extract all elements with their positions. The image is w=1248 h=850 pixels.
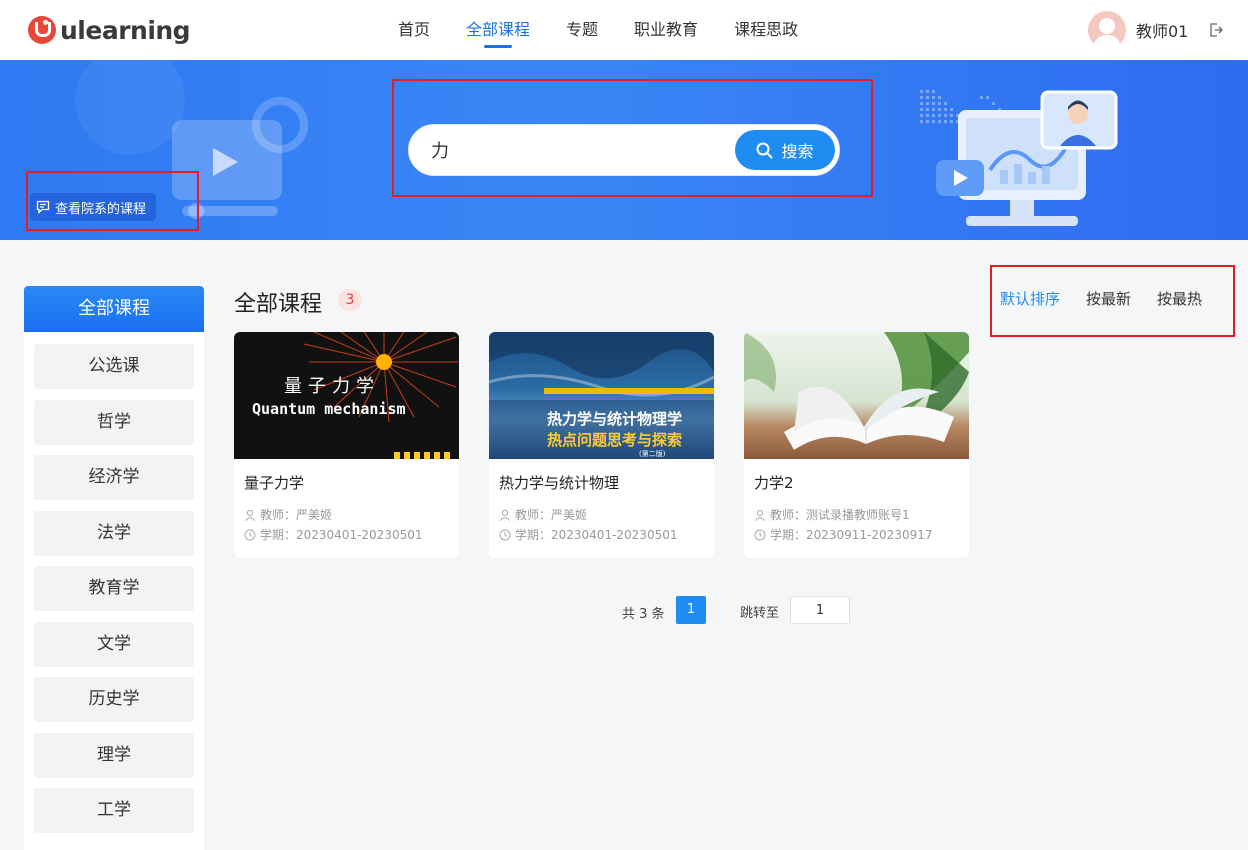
- sidebar-item-science[interactable]: 理学: [34, 732, 194, 778]
- sidebar-item-education[interactable]: 教育学: [34, 566, 194, 611]
- user-icon: [245, 509, 255, 521]
- cover-title-cn: 量子力学: [284, 376, 380, 397]
- course-cover-image: 热力学与统计物理学 热点问题思考与探索 (第二版): [489, 332, 714, 459]
- page-title: 全部课程: [234, 292, 323, 317]
- highlight-box-department: [26, 171, 199, 231]
- avatar[interactable]: [1088, 11, 1126, 49]
- clock-icon: [754, 529, 766, 540]
- course-title[interactable]: 量子力学: [244, 472, 304, 493]
- user-name[interactable]: 教师01: [1136, 18, 1188, 42]
- clock-icon: [499, 529, 511, 540]
- course-cover-image: 量子力学 Quantum mechanism: [234, 332, 459, 459]
- sidebar-item-law[interactable]: 法学: [34, 510, 194, 556]
- user-icon: [500, 509, 510, 521]
- course-teacher-text: 教师：严美姬: [515, 508, 588, 522]
- course-card[interactable]: 热力学与统计物理学 热点问题思考与探索 (第二版) 热力学与统计物理 教师：严美…: [489, 332, 714, 558]
- sort-hottest-button[interactable]: 按最热: [1157, 288, 1202, 309]
- open-book-cover-art: [744, 332, 969, 450]
- logo-icon: [28, 16, 56, 44]
- course-teacher: 教师：测试录播教师账号1: [754, 506, 910, 523]
- course-teacher-text: 教师：测试录播教师账号1: [770, 508, 910, 522]
- sidebar-item-philosophy[interactable]: 哲学: [34, 399, 194, 445]
- sort-options: 默认排序 按最新 按最热: [1000, 288, 1228, 309]
- course-list: 量子力学 Quantum mechanism 量子力学 教师：严美姬 学期：20…: [234, 332, 974, 558]
- pagination-page-1[interactable]: 1: [676, 596, 706, 624]
- sort-default-button[interactable]: 默认排序: [1000, 288, 1060, 309]
- pagination-jump-label: 跳转至: [740, 606, 780, 621]
- clock-icon: [244, 529, 256, 540]
- pagination-total: 共 3 条: [622, 607, 665, 622]
- sort-newest-button[interactable]: 按最新: [1086, 288, 1131, 309]
- sidebar-item-public-elective[interactable]: 公选课: [34, 344, 194, 389]
- sidebar-item-literature[interactable]: 文学: [34, 621, 194, 667]
- course-term: 学期：20230401-20230501: [499, 526, 678, 543]
- category-sidebar: 全部课程 公选课 哲学 经济学 法学 教育学 文学 历史学 理学 工学: [24, 286, 204, 850]
- course-title[interactable]: 热力学与统计物理: [499, 472, 619, 493]
- sidebar-item-all-courses[interactable]: 全部课程: [24, 286, 204, 332]
- sidebar-item-history[interactable]: 历史学: [34, 677, 194, 722]
- course-teacher: 教师：严美姬: [499, 506, 587, 523]
- course-term: 学期：20230401-20230501: [244, 526, 423, 543]
- cover-title-en: Quantum mechanism: [252, 400, 406, 418]
- nav-home[interactable]: 首页: [398, 0, 430, 60]
- top-header: ulearning 首页 全部课程 专题 职业教育 课程思政 教师01: [0, 0, 1248, 60]
- nav-vocational-education[interactable]: 职业教育: [634, 0, 698, 60]
- cover-edition: (第二版): [639, 450, 666, 458]
- pagination-jump-input[interactable]: [790, 596, 850, 624]
- highlight-box-search: [392, 79, 873, 197]
- main-nav: 首页 全部课程 专题 职业教育 课程思政: [380, 0, 816, 60]
- cover-title-line2: 热点问题思考与探索: [547, 431, 683, 449]
- user-menu[interactable]: 教师01: [1088, 11, 1188, 49]
- course-title[interactable]: 力学2: [754, 472, 794, 493]
- nav-course-ideology[interactable]: 课程思政: [734, 0, 798, 60]
- category-list: 公选课 哲学 经济学 法学 教育学 文学 历史学 理学 工学: [24, 332, 204, 833]
- nav-all-courses[interactable]: 全部课程: [466, 0, 530, 60]
- course-card[interactable]: 量子力学 Quantum mechanism 量子力学 教师：严美姬 学期：20…: [234, 332, 459, 558]
- logo-text: ulearning: [60, 15, 191, 45]
- user-icon: [755, 509, 765, 521]
- logout-icon[interactable]: [1208, 22, 1224, 38]
- cover-title-line1: 热力学与统计物理学: [547, 410, 683, 428]
- course-count-badge: 3: [338, 289, 362, 311]
- course-term: 学期：20230911-20230917: [754, 526, 933, 543]
- course-teacher: 教师：严美姬: [244, 506, 332, 523]
- course-term-text: 学期：20230911-20230917: [770, 528, 933, 542]
- online-class-illustration: [920, 90, 1118, 226]
- sidebar-item-engineering[interactable]: 工学: [34, 788, 194, 833]
- course-card[interactable]: 力学2 教师：测试录播教师账号1 学期：20230911-20230917: [744, 332, 969, 558]
- course-teacher-text: 教师：严美姬: [260, 508, 333, 522]
- course-term-text: 学期：20230401-20230501: [260, 528, 423, 542]
- site-logo[interactable]: ulearning: [28, 14, 191, 46]
- course-cover-image: [744, 332, 969, 459]
- nav-topics[interactable]: 专题: [566, 0, 598, 60]
- sidebar-item-economics[interactable]: 经济学: [34, 455, 194, 500]
- course-term-text: 学期：20230401-20230501: [515, 528, 678, 542]
